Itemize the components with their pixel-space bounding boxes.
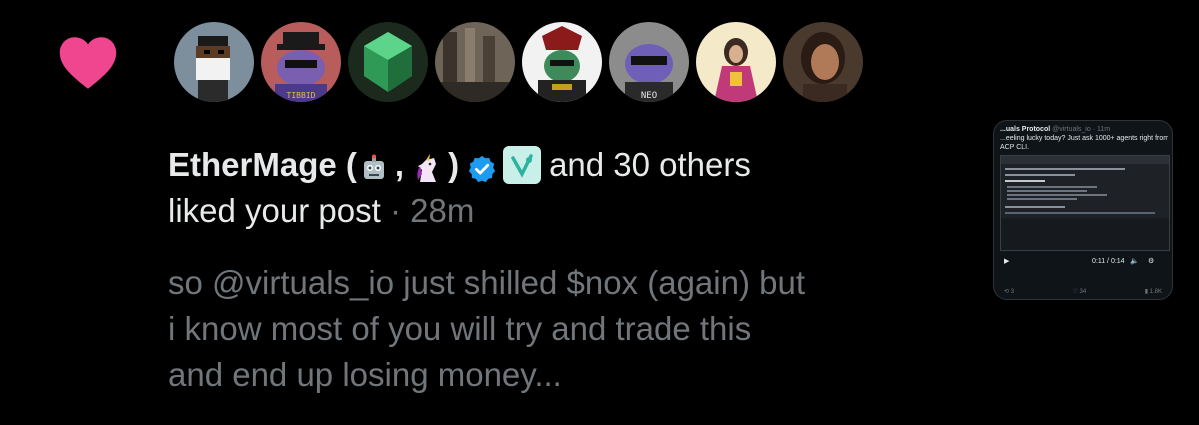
thumbnail-text: ACP CLI. (1000, 144, 1030, 151)
avatar[interactable] (433, 20, 517, 104)
avatar[interactable] (781, 20, 865, 104)
thumbnail-author: ...uals Protocol (1000, 126, 1051, 133)
avatar-row: TIBBID NEO (172, 20, 868, 104)
thumbnail-text: ...eeling lucky today? Just ask 1000+ ag… (1000, 135, 1168, 142)
robot-icon (359, 150, 389, 180)
avatar[interactable] (172, 20, 256, 104)
avatar[interactable] (520, 20, 604, 104)
view-count: ▮ 1.8K (1144, 289, 1162, 295)
avatar[interactable]: NEO (607, 20, 691, 104)
avatar[interactable]: TIBBID (259, 20, 343, 104)
name-paren-open: ( (336, 146, 357, 183)
verified-badge-icon (467, 150, 497, 183)
heart-icon (58, 36, 118, 90)
unicorn-icon (412, 150, 442, 182)
post-line: so @virtuals_io just shilled $nox (again… (168, 264, 805, 301)
affiliate-badge-icon (503, 146, 542, 184)
avatar[interactable] (694, 20, 778, 104)
retweet-count: ⟲ 3 (1004, 289, 1015, 295)
action-text: liked your post (168, 192, 381, 229)
like-count-value: 34 (1079, 289, 1087, 295)
avatar[interactable] (346, 20, 430, 104)
timestamp: 28m (410, 192, 475, 229)
view-count-value: 1.8K (1149, 289, 1162, 295)
notification-text: EtherMage ( , ) and 30 others liked your… (168, 142, 968, 234)
thumbnail-handle: @virtuals_io · 11m (1052, 126, 1111, 133)
others-text[interactable]: and 30 others (549, 142, 751, 188)
post-preview[interactable]: so @virtuals_io just shilled $nox (again… (168, 260, 968, 398)
video-time: 0:11 / 0:14 (1092, 258, 1125, 265)
play-icon[interactable]: ▶ (1004, 257, 1009, 265)
thumbnail-actions: ⟲ 3 ♡ 34 ▮ 1.8K (1004, 288, 1162, 295)
avatar-label: NEO (641, 91, 657, 101)
thumbnail-header: ...uals Protocol @virtuals_io · 11m ...e… (1000, 125, 1168, 152)
retweet-count-value: 3 (1010, 289, 1015, 295)
thumbnail-video[interactable] (1000, 155, 1170, 251)
name-paren-close: ) (448, 146, 460, 183)
like-count: ♡ 34 (1072, 289, 1087, 295)
video-controls: ▶ 0:11 / 0:14 🔈 ⚙ (1000, 253, 1168, 271)
settings-icon[interactable]: ⚙ (1148, 257, 1154, 265)
name-comma: , (394, 146, 405, 183)
user-name[interactable]: EtherMage (168, 142, 337, 188)
volume-icon[interactable]: 🔈 (1130, 257, 1139, 265)
avatar-label: TIBBID (287, 91, 316, 100)
meta-separator: · (380, 192, 411, 229)
post-line: and end up losing money... (168, 356, 562, 393)
post-thumbnail[interactable]: ...uals Protocol @virtuals_io · 11m ...e… (993, 120, 1173, 300)
post-line: i know most of you will try and trade th… (168, 310, 752, 347)
